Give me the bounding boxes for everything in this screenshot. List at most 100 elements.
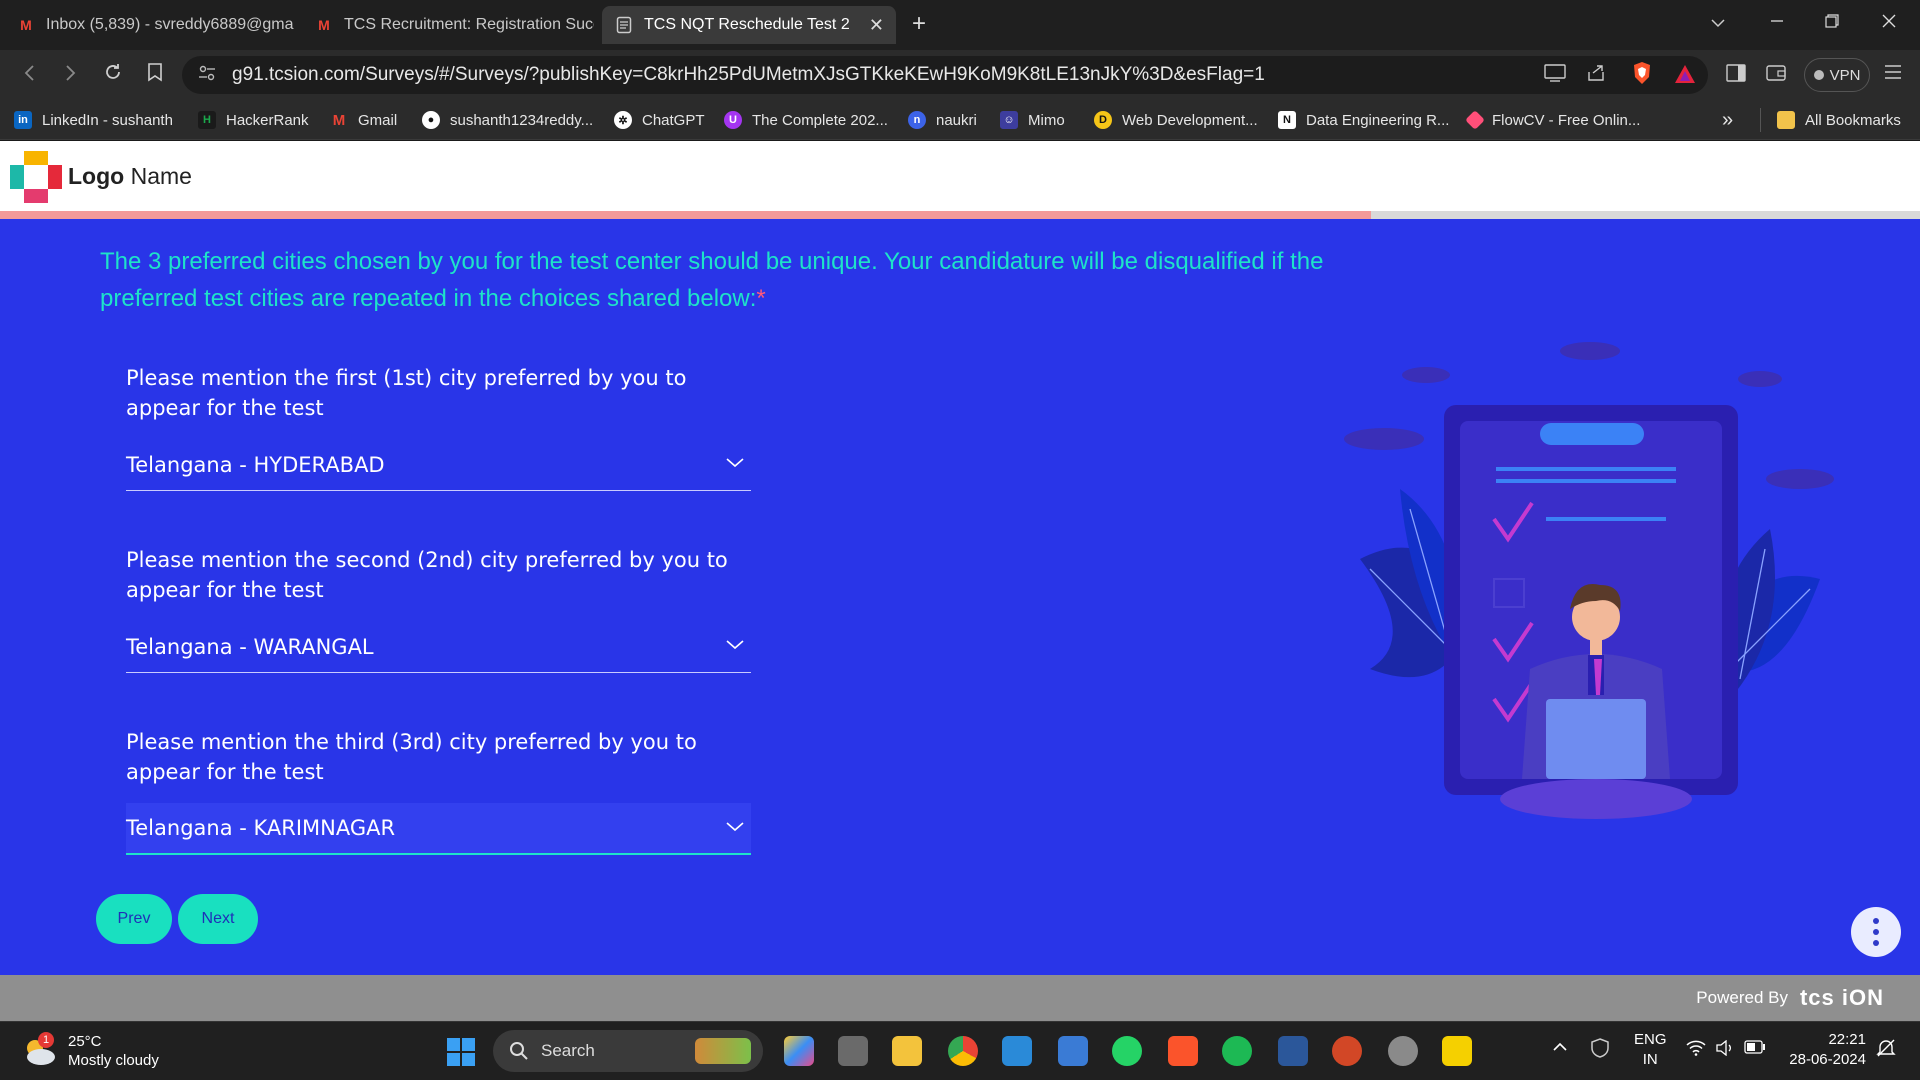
url-text: g91.tcsion.com/Surveys/#/Surveys/?publis… [232,64,1265,85]
chrome-icon[interactable] [948,1036,978,1066]
prev-button[interactable]: Prev [96,894,172,944]
bookmark-label: FlowCV - Free Onlin... [1492,111,1641,129]
city-field-2: Please mention the second (2nd) city pre… [126,545,751,673]
weather-widget[interactable]: 1 25°C Mostly cloudy [22,1032,159,1070]
survey-page: Logo Name The 3 preferred cities chosen … [0,141,1920,976]
linkedin-icon: in [14,111,32,129]
bookmark-mimo[interactable]: ☺ Mimo [1000,108,1065,132]
address-bar[interactable]: g91.tcsion.com/Surveys/#/Surveys/?publis… [182,56,1708,94]
bookmark-icon[interactable] [142,62,168,88]
sticky-notes-icon[interactable] [1442,1036,1472,1066]
back-icon[interactable] [16,62,42,88]
logo-bold-text: Logo [68,163,125,189]
battery-icon [1744,1040,1765,1054]
field-label: Please mention the third (3rd) city pref… [126,730,697,784]
document-icon [614,15,634,35]
bookmark-data-engineering[interactable]: N Data Engineering R... [1278,108,1449,132]
brave-shield-icon[interactable] [1632,61,1652,90]
tab-title: TCS NQT Reschedule Test 2 [644,16,850,33]
gmail-icon: M [332,111,346,129]
bookmark-chatgpt[interactable]: ✲ ChatGPT [614,108,705,132]
wallet-icon[interactable] [1766,64,1786,87]
bookmark-linkedin[interactable]: in LinkedIn - sushanth [14,108,173,132]
site-settings-icon[interactable] [198,65,216,86]
bookmark-naukri[interactable]: n naukri [908,108,977,132]
hackerrank-icon: H [198,111,216,129]
bookmark-label: ChatGPT [642,111,705,129]
chevron-down-icon [726,640,744,650]
bookmark-label: Web Development... [1122,111,1258,129]
system-tray[interactable] [1686,1040,1766,1056]
taskbar-search[interactable]: Search [493,1030,763,1072]
reload-icon[interactable] [100,62,126,88]
bookmark-label: Data Engineering R... [1306,111,1450,129]
vscode-icon[interactable] [1002,1036,1032,1066]
task-view-icon[interactable] [838,1036,868,1066]
bookmark-hackerrank[interactable]: H HackerRank [198,108,309,132]
city-select-1[interactable]: Telangana - HYDERABAD [126,439,751,491]
select-value: Telangana - HYDERABAD [126,452,385,477]
powerpoint-icon[interactable] [1332,1036,1362,1066]
defender-icon[interactable] [1590,1038,1610,1064]
brave-rewards-icon[interactable] [1674,64,1696,89]
city-select-2[interactable]: Telangana - WARANGAL [126,621,751,673]
vpn-label: VPN [1829,66,1861,84]
vpn-button[interactable]: VPN [1804,58,1870,92]
bookmarks-bar: in LinkedIn - sushanth H HackerRank M Gm… [0,100,1920,140]
menu-icon[interactable] [1884,64,1902,85]
settings-icon[interactable] [1388,1036,1418,1066]
bookmark-web-development[interactable]: D Web Development... [1094,108,1258,132]
more-options-button[interactable] [1851,907,1901,957]
bookmark-gmail[interactable]: M Gmail [330,108,397,132]
sidebar-icon[interactable] [1726,64,1746,87]
bookmark-github[interactable]: ● sushanth1234reddy... [422,108,593,132]
windows-start-icon[interactable] [446,1037,476,1067]
word-icon[interactable] [1278,1036,1308,1066]
brave-icon[interactable] [1168,1036,1198,1066]
minimize-icon[interactable] [1770,12,1784,33]
close-window-icon[interactable] [1882,12,1896,33]
restore-icon[interactable] [1825,12,1839,33]
whatsapp-icon[interactable] [1112,1036,1142,1066]
weather-badge: 1 [38,1032,54,1048]
dot-icon [1873,929,1879,935]
copilot-icon[interactable] [784,1036,814,1066]
language-indicator[interactable]: ENG IN [1634,1030,1667,1070]
tab-tcs-nqt-reschedule[interactable]: TCS NQT Reschedule Test 2 ✕ [602,6,896,44]
share-icon[interactable] [1586,64,1606,87]
next-button[interactable]: Next [178,894,258,944]
city-select-3[interactable]: Telangana - KARIMNAGAR [126,803,751,855]
new-tab-button[interactable]: + [912,10,926,38]
notion-icon: N [1278,111,1296,129]
notepad-icon[interactable] [1058,1036,1088,1066]
tab-tcs-recruitment[interactable]: M TCS Recruitment: Registration Succes [302,6,594,44]
lang-top: ENG [1634,1031,1667,1048]
select-value: Telangana - WARANGAL [126,634,374,659]
bookmark-flowcv[interactable]: FlowCV - Free Onlin... [1465,108,1641,132]
flowcv-icon [1465,110,1485,130]
notifications-icon[interactable] [1876,1038,1896,1064]
folder-icon [1777,111,1795,129]
wifi-icon [1686,1040,1706,1056]
search-highlight-icon [695,1038,751,1064]
clock[interactable]: 22:21 28-06-2024 [1786,1030,1866,1070]
cast-icon[interactable] [1544,64,1566,87]
all-bookmarks-folder[interactable]: All Bookmarks [1760,108,1901,132]
bookmark-udemy[interactable]: U The Complete 202... [724,108,888,132]
course-icon: D [1094,111,1112,129]
tab-search-chevron-icon[interactable] [1710,12,1726,33]
windows-taskbar: 1 25°C Mostly cloudy Search ENG IN 22:21… [0,1021,1920,1080]
tab-title: Inbox (5,839) - svreddy6889@gmail.c [46,16,294,33]
forward-icon[interactable] [58,62,84,88]
tray-chevron-up-icon[interactable] [1552,1038,1568,1058]
bookmark-label: HackerRank [226,111,309,129]
progress-bar [0,211,1920,219]
tab-close-icon[interactable]: ✕ [859,15,884,36]
weather-temp: 25°C [68,1033,102,1050]
logo-icon [10,151,62,203]
tab-inbox[interactable]: M Inbox (5,839) - svreddy6889@gmail.c [4,6,294,44]
file-explorer-icon[interactable] [892,1036,922,1066]
spotify-icon[interactable] [1222,1036,1252,1066]
bookmarks-more-icon[interactable]: » [1722,108,1733,132]
field-label: Please mention the second (2nd) city pre… [126,548,728,602]
